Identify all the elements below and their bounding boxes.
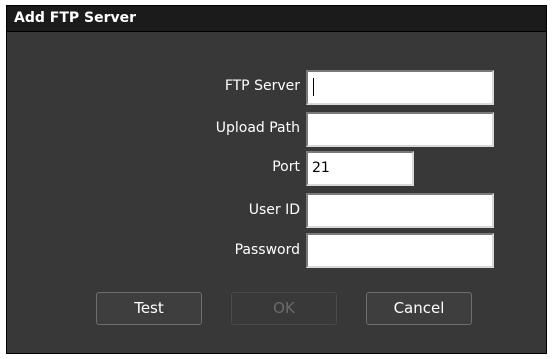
ftp-server-input[interactable] <box>306 70 494 105</box>
dialog-titlebar[interactable]: Add FTP Server <box>7 6 546 32</box>
port-value: 21 <box>312 160 330 176</box>
dialog-title: Add FTP Server <box>14 10 137 26</box>
test-button[interactable]: Test <box>96 292 202 325</box>
add-ftp-server-dialog: Add FTP Server FTP Server Upload Path Po… <box>6 5 547 354</box>
ok-button: OK <box>231 292 337 325</box>
user-id-input[interactable] <box>306 193 494 228</box>
upload-path-label: Upload Path <box>215 120 300 136</box>
cancel-button[interactable]: Cancel <box>366 292 472 325</box>
text-caret <box>313 78 314 96</box>
user-id-label: User ID <box>248 202 300 218</box>
password-label: Password <box>234 242 300 258</box>
port-input[interactable]: 21 <box>306 151 414 186</box>
ftp-server-label: FTP Server <box>224 78 300 94</box>
port-label: Port <box>272 159 300 175</box>
password-input[interactable] <box>306 233 494 268</box>
upload-path-input[interactable] <box>306 112 494 147</box>
